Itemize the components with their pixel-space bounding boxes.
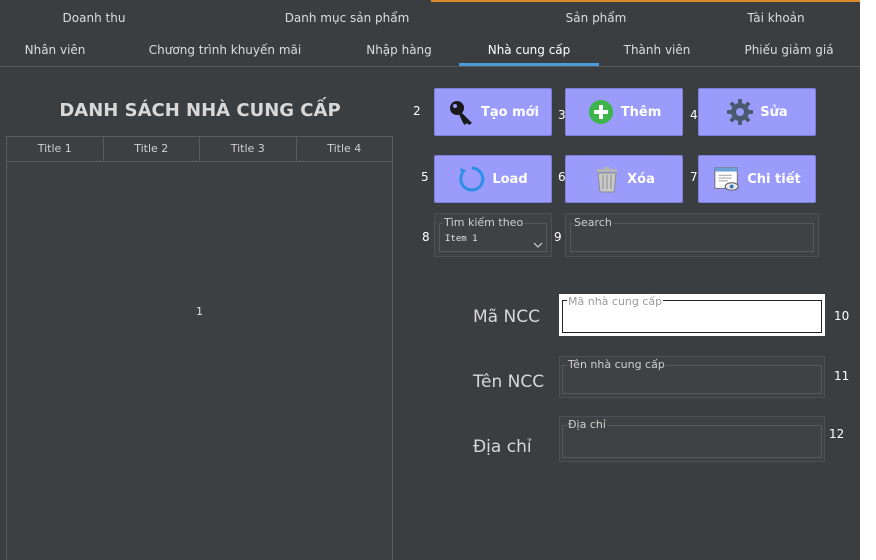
dropdown-value: Item 1: [445, 234, 478, 244]
tab-tai-khoan[interactable]: Tài khoản: [727, 2, 825, 34]
search-label: Search: [573, 216, 613, 229]
tab-danh-muc-san-pham[interactable]: Danh mục sản phẩm: [272, 2, 422, 34]
column-header[interactable]: Title 3: [200, 137, 297, 161]
delete-button[interactable]: Xóa: [565, 155, 683, 203]
tab-nhap-hang[interactable]: Nhập hàng: [346, 34, 452, 66]
tab-nha-cung-cap[interactable]: Nhà cung cấp: [459, 34, 599, 66]
create-button[interactable]: Tạo mới: [434, 88, 552, 136]
label-number: 7: [690, 170, 698, 184]
search-input[interactable]: Search: [565, 213, 819, 257]
address-label: Địa chỉ: [473, 437, 532, 457]
table-header: Title 1 Title 2 Title 3 Title 4: [7, 137, 392, 162]
add-button[interactable]: Thêm: [565, 88, 683, 136]
column-header[interactable]: Title 4: [297, 137, 393, 161]
label-number: 4: [690, 108, 698, 122]
supplier-id-input[interactable]: Mã nhà cung cấp: [559, 294, 825, 336]
address-input[interactable]: Địa chỉ: [559, 416, 825, 462]
delete-button-label: Xóa: [627, 171, 655, 187]
create-button-label: Tạo mới: [480, 104, 540, 120]
edit-button-label: Sửa: [760, 104, 788, 120]
app-window: Doanh thu Danh mục sản phẩm Sản phẩm Tài…: [0, 0, 860, 560]
label-number: 8: [422, 230, 430, 244]
refresh-icon: [458, 165, 486, 193]
column-header[interactable]: Title 2: [104, 137, 200, 161]
label-number: 10: [834, 309, 850, 323]
tab-san-pham[interactable]: Sản phẩm: [548, 2, 644, 34]
tab-thanh-vien[interactable]: Thành viên: [604, 34, 710, 66]
tab-chuong-trinh-khuyen-mai[interactable]: Chương trình khuyến mãi: [140, 34, 310, 66]
chevron-down-icon: [533, 234, 543, 253]
table-body-label: 1: [196, 305, 203, 318]
column-header[interactable]: Title 1: [7, 137, 104, 161]
label-number: 11: [834, 369, 850, 383]
label-number: 5: [421, 170, 429, 184]
supplier-name-input[interactable]: Tên nhà cung cấp: [559, 356, 825, 398]
gear-icon: [726, 98, 754, 126]
tab-nhan-vien[interactable]: Nhân viên: [6, 34, 104, 66]
load-button-label: Load: [492, 171, 528, 187]
page-title: DANH SÁCH NHÀ CUNG CẤP: [59, 100, 341, 121]
search-by-dropdown[interactable]: Tìm kiếm theo Item 1: [434, 213, 552, 257]
supplier-id-label: Mã NCC: [473, 307, 540, 327]
address-placeholder: Địa chỉ: [567, 418, 607, 431]
label-number: 9: [554, 230, 562, 244]
supplier-name-label: Tên NCC: [473, 372, 545, 392]
label-number: 2: [413, 104, 421, 118]
label-number: 12: [829, 427, 845, 441]
add-button-label: Thêm: [620, 104, 662, 120]
view-details-icon: [713, 165, 741, 193]
detail-button-label: Chi tiết: [747, 171, 801, 187]
supplier-id-placeholder: Mã nhà cung cấp: [567, 295, 664, 308]
plus-circle-icon: [587, 98, 615, 126]
trash-icon: [593, 165, 621, 193]
tab-bar: Doanh thu Danh mục sản phẩm Sản phẩm Tài…: [0, 0, 860, 67]
tab-doanh-thu[interactable]: Doanh thu: [42, 2, 146, 34]
detail-button[interactable]: Chi tiết: [698, 155, 816, 203]
supplier-name-placeholder: Tên nhà cung cấp: [567, 358, 666, 371]
tab-phieu-giam-gia[interactable]: Phiếu giảm giá: [724, 34, 854, 66]
edit-button[interactable]: Sửa: [698, 88, 816, 136]
load-button[interactable]: Load: [434, 155, 552, 203]
supplier-table[interactable]: Title 1 Title 2 Title 3 Title 4 1: [6, 136, 393, 560]
dropdown-label: Tìm kiếm theo: [443, 216, 525, 229]
key-icon: [447, 98, 475, 126]
